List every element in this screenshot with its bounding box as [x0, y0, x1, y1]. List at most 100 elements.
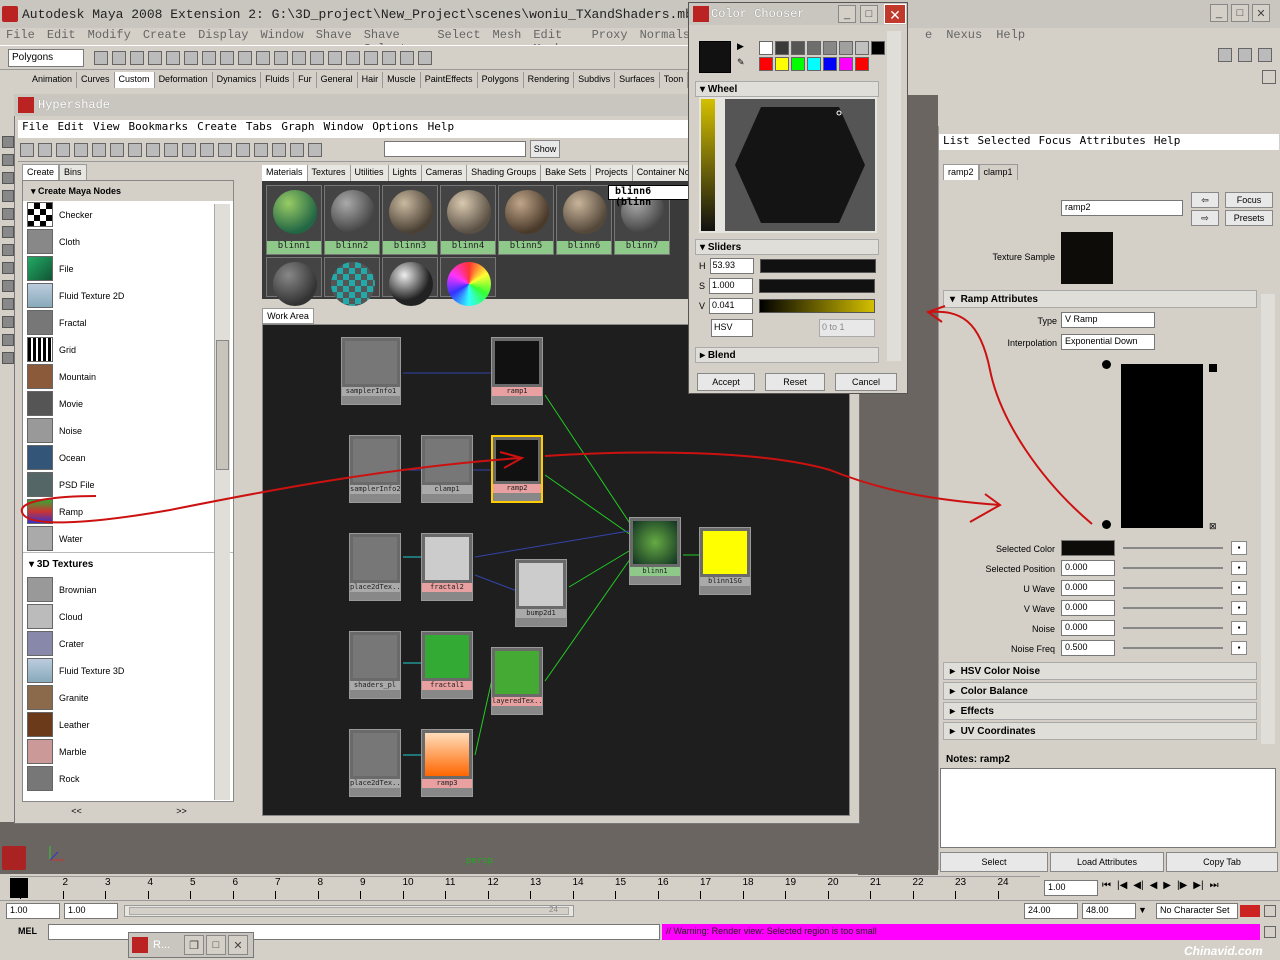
maximize-icon[interactable]: □ [206, 935, 226, 955]
work-node-14[interactable]: ramp3 [421, 729, 473, 797]
material-tab-materials[interactable]: Materials [262, 165, 308, 181]
create-scrollbar[interactable] [214, 204, 230, 800]
work-area[interactable]: samplerInfo1 ramp1 samplerInfo2 clamp1 ramp2… [262, 324, 850, 816]
selected-color-input[interactable] [1061, 540, 1115, 556]
extra-swatch-1[interactable] [324, 257, 380, 306]
hs-menu-create[interactable]: Create [197, 120, 237, 138]
graph-upstream-icon[interactable] [128, 143, 142, 157]
back-arrow-icon[interactable] [92, 143, 106, 157]
material-tab-shading-groups[interactable]: Shading Groups [467, 165, 542, 181]
step-forward-icon[interactable]: |▶ [1177, 880, 1187, 896]
viewport-bottom[interactable]: persp [0, 822, 938, 874]
play-back-icon[interactable]: ◀ [1150, 880, 1158, 896]
shelf-tab-toon[interactable]: Toon [660, 72, 689, 88]
work-node-3[interactable]: clamp1 [421, 435, 473, 503]
last-tool-icon[interactable] [2, 262, 14, 274]
work-node-13-ports[interactable] [350, 788, 400, 796]
ae-scrollbar[interactable] [1261, 294, 1275, 744]
work-node-2-ports[interactable] [350, 494, 400, 502]
script-editor-icon[interactable] [1264, 926, 1276, 938]
maya-menu-create[interactable]: Create [143, 28, 186, 44]
forward-arrow-icon[interactable] [110, 143, 124, 157]
character-set-dropdown[interactable]: No Character Set [1156, 903, 1238, 919]
v-slider[interactable] [759, 299, 876, 313]
node-fractal[interactable]: Fractal [23, 309, 233, 336]
maya-menu-right-1[interactable]: Nexus [946, 28, 982, 44]
input-line-icon[interactable] [400, 51, 414, 65]
cc-close-icon[interactable]: ✕ [884, 4, 906, 24]
history-icon[interactable] [274, 51, 288, 65]
work-node-7[interactable]: bump2d1 [515, 559, 567, 627]
ramp-handle-top[interactable] [1102, 360, 1111, 369]
palette-swatch-6[interactable] [855, 41, 869, 55]
node-water[interactable]: Water [23, 525, 233, 552]
wheel-section[interactable]: ▾ Wheel [695, 81, 879, 97]
node-file[interactable]: File [23, 255, 233, 282]
ae-menu-list[interactable]: List [943, 134, 970, 150]
restore-icon[interactable]: ❐ [184, 935, 204, 955]
work-node-8[interactable]: blinn1 [629, 517, 681, 585]
node-rock[interactable]: Rock [23, 765, 233, 792]
palette-swatch-9[interactable] [775, 57, 789, 71]
material-blinn3[interactable]: blinn3 [382, 185, 438, 255]
auto-key-icon[interactable] [1240, 905, 1260, 917]
noise-input[interactable]: 0.000 [1061, 620, 1115, 636]
palette-swatch-11[interactable] [807, 57, 821, 71]
sidebar-toggle-icon[interactable] [418, 51, 432, 65]
help-icon[interactable] [292, 51, 306, 65]
select-button[interactable]: Select [940, 852, 1048, 872]
move-tool-icon[interactable] [2, 190, 14, 202]
palette-swatch-4[interactable] [823, 41, 837, 55]
v-wave-slider[interactable] [1123, 607, 1223, 609]
focus-icon[interactable]: ⇦ [1191, 192, 1219, 208]
focus-button[interactable]: Focus [1225, 192, 1273, 208]
create-scroll-thumb[interactable] [216, 340, 229, 470]
material-tab-bake-sets[interactable]: Bake Sets [541, 165, 592, 181]
node-mountain[interactable]: Mountain [23, 363, 233, 390]
attribute-editor-icon[interactable] [1218, 48, 1232, 62]
create-tab-bins[interactable]: Bins [59, 164, 87, 180]
palette-swatch-10[interactable] [791, 57, 805, 71]
save-scene-icon[interactable] [130, 51, 144, 65]
shelf-tab-surfaces[interactable]: Surfaces [615, 72, 660, 88]
swatch-list-icon[interactable] [308, 143, 322, 157]
notes-field[interactable] [940, 768, 1276, 848]
current-time-input[interactable]: 1.00 [1044, 880, 1098, 896]
work-node-0-ports[interactable] [342, 396, 400, 404]
color-wheel[interactable] [725, 99, 875, 231]
work-area-tab[interactable]: Work Area [262, 308, 314, 324]
extra-swatch-0[interactable] [266, 257, 322, 306]
node-fluid-texture-2d[interactable]: Fluid Texture 2D [23, 282, 233, 309]
layout-four-icon[interactable] [2, 298, 14, 310]
work-node-5-ports[interactable] [350, 592, 400, 600]
noise-slider[interactable] [1123, 627, 1223, 629]
node-grid[interactable]: Grid [23, 336, 233, 363]
material-blinn2[interactable]: blinn2 [324, 185, 380, 255]
layout-icon[interactable] [236, 143, 250, 157]
material-tab-cameras[interactable]: Cameras [421, 165, 468, 181]
nav-prev-button[interactable]: << [71, 806, 82, 820]
shelf-tab-hair[interactable]: Hair [358, 72, 384, 88]
palette-swatch-7[interactable] [871, 41, 885, 55]
work-node-11[interactable]: fractal1 [421, 631, 473, 699]
work-node-6[interactable]: fractal2 [421, 533, 473, 601]
show-button[interactable]: Show [530, 140, 560, 158]
work-node-4[interactable]: ramp2 [491, 435, 543, 503]
ae-section-color-balance[interactable]: ▸ Color Balance [943, 682, 1257, 700]
maya-menu-proxy[interactable]: Proxy [592, 28, 628, 44]
render-settings-icon[interactable] [364, 51, 378, 65]
clear-graph-icon[interactable] [164, 143, 178, 157]
ae-section-hsv-color-noise[interactable]: ▸ HSV Color Noise [943, 662, 1257, 680]
node-movie[interactable]: Movie [23, 390, 233, 417]
work-node-2[interactable]: samplerInfo2 [349, 435, 401, 503]
value-bar[interactable] [701, 99, 715, 231]
noise-freq-input[interactable]: 0.500 [1061, 640, 1115, 656]
maximize-icon[interactable]: □ [1231, 4, 1249, 22]
step-forward-key-icon[interactable]: ▶| [1193, 880, 1203, 896]
work-node-10-ports[interactable] [350, 690, 400, 698]
u-wave-input[interactable]: 0.000 [1061, 580, 1115, 596]
work-node-11-ports[interactable] [422, 690, 472, 698]
swatch-medium-icon[interactable] [272, 143, 286, 157]
material-blinn4[interactable]: blinn4 [440, 185, 496, 255]
show-hypershade-icon[interactable] [382, 51, 396, 65]
